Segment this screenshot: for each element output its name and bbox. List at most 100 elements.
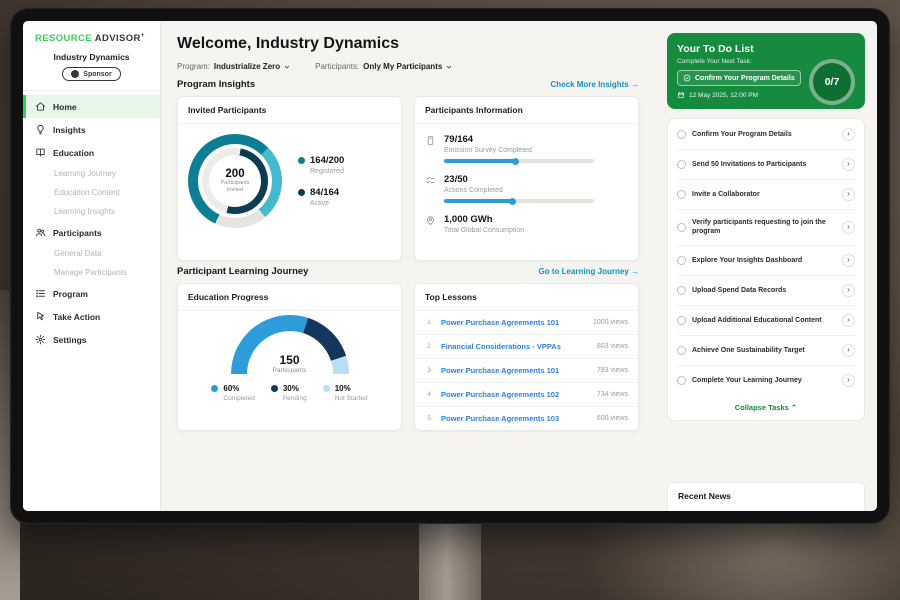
lesson-link[interactable]: Power Purchase Agreements 101 bbox=[441, 366, 589, 375]
task-row[interactable]: Upload Spend Data Records › bbox=[677, 276, 855, 306]
sidebar-item-education-content[interactable]: Education Content bbox=[23, 183, 160, 202]
task-checkbox[interactable] bbox=[677, 346, 686, 355]
learning-cards-row: Education Progress 150 Participants 60% bbox=[177, 283, 639, 431]
learning-journey-header: Participant Learning Journey Go to Learn… bbox=[177, 266, 639, 277]
sponsor-badge[interactable]: Sponsor bbox=[62, 67, 120, 81]
chevron-right-icon: › bbox=[847, 376, 850, 384]
task-checkbox[interactable] bbox=[677, 376, 686, 385]
next-task-chip[interactable]: Confirm Your Program Details bbox=[677, 70, 801, 86]
lesson-row: 3 Power Purchase Agreements 101 793 view… bbox=[415, 359, 638, 383]
sidebar-item-manage-participants[interactable]: Manage Participants bbox=[23, 263, 160, 282]
lesson-rank: 1 bbox=[425, 319, 433, 326]
lesson-link[interactable]: Power Purchase Agreements 102 bbox=[441, 390, 589, 399]
task-chevron-button[interactable]: › bbox=[842, 284, 855, 297]
participants-dropdown[interactable]: Participants: Only My Participants bbox=[315, 62, 453, 71]
task-chevron-button[interactable]: › bbox=[842, 158, 855, 171]
lesson-rank: 4 bbox=[425, 391, 433, 398]
completed-dot bbox=[211, 385, 218, 392]
task-row[interactable]: Explore Your Insights Dashboard › bbox=[677, 246, 855, 276]
sidebar: RESOURCE ADVISOR+ Industry Dynamics Spon… bbox=[23, 21, 161, 511]
task-checkbox[interactable] bbox=[677, 286, 686, 295]
card-title: Participants Information bbox=[415, 97, 638, 124]
sidebar-item-education[interactable]: Education bbox=[23, 141, 160, 164]
task-label[interactable]: Upload Spend Data Records bbox=[692, 286, 836, 295]
task-row[interactable]: Confirm Your Program Details › bbox=[677, 120, 855, 150]
sidebar-item-take-action[interactable]: Take Action bbox=[23, 305, 160, 328]
sidebar-item-home[interactable]: Home bbox=[23, 95, 160, 118]
task-row[interactable]: Complete Your Learning Journey › bbox=[677, 366, 855, 395]
chevron-down-icon bbox=[445, 63, 453, 71]
legend-label: Pending bbox=[283, 395, 307, 402]
legend-value: 30% bbox=[283, 384, 299, 393]
gear-icon bbox=[35, 334, 46, 345]
task-row[interactable]: Invite a Collaborator › bbox=[677, 180, 855, 210]
legend-pending: 30% Pending bbox=[271, 384, 307, 402]
sidebar-item-participants[interactable]: Participants bbox=[23, 221, 160, 244]
sidebar-item-label: Home bbox=[53, 102, 77, 112]
check-more-insights-link[interactable]: Check More Insights → bbox=[551, 80, 639, 89]
task-row[interactable]: Achieve One Sustainability Target › bbox=[677, 336, 855, 366]
sidebar-item-learning-insights[interactable]: Learning Insights bbox=[23, 202, 160, 221]
sidebar-item-learning-journey[interactable]: Learning Journey bbox=[23, 164, 160, 183]
task-row[interactable]: Verify participants requesting to join t… bbox=[677, 210, 855, 246]
task-label[interactable]: Complete Your Learning Journey bbox=[692, 376, 836, 385]
task-chevron-button[interactable]: › bbox=[842, 128, 855, 141]
task-row[interactable]: Upload Additional Educational Content › bbox=[677, 306, 855, 336]
lesson-link[interactable]: Power Purchase Agreements 101 bbox=[441, 318, 585, 327]
task-chevron-button[interactable]: › bbox=[842, 221, 855, 234]
legend-not-started: 10% Not Started bbox=[323, 384, 368, 402]
link-label: Check More Insights bbox=[551, 80, 629, 89]
legend-completed: 60% Completed bbox=[211, 384, 254, 402]
sidebar-item-label: Insights bbox=[53, 125, 86, 135]
task-label[interactable]: Verify participants requesting to join t… bbox=[692, 218, 836, 237]
chevron-down-icon bbox=[283, 63, 291, 71]
collapse-tasks-link[interactable]: Collapse Tasks ⌃ bbox=[677, 395, 855, 420]
task-label[interactable]: Send 50 Invitations to Participants bbox=[692, 160, 836, 169]
consumption-row: 1,000 GWh Total Global Consumption bbox=[425, 214, 628, 239]
task-chevron-button[interactable]: › bbox=[842, 374, 855, 387]
task-checkbox[interactable] bbox=[677, 190, 686, 199]
task-checkbox[interactable] bbox=[677, 316, 686, 325]
program-dropdown[interactable]: Program: Industrialize Zero bbox=[177, 62, 291, 71]
lightbulb-icon bbox=[35, 124, 46, 135]
task-label[interactable]: Upload Additional Educational Content bbox=[692, 316, 836, 325]
lesson-link[interactable]: Financial Considerations - VPPAs bbox=[441, 342, 589, 351]
next-task-label: Confirm Your Program Details bbox=[695, 75, 795, 82]
main-content: Welcome, Industry Dynamics Program: Indu… bbox=[161, 21, 655, 511]
legend-registered: 164/200 Registered bbox=[298, 155, 344, 175]
section-title: Participant Learning Journey bbox=[177, 266, 308, 277]
task-label[interactable]: Invite a Collaborator bbox=[692, 190, 836, 199]
sidebar-item-insights[interactable]: Insights bbox=[23, 118, 160, 141]
participants-information-card: Participants Information 79/164 Emission… bbox=[414, 96, 639, 261]
sidebar-item-label: Settings bbox=[53, 335, 87, 345]
location-pin-icon bbox=[425, 215, 436, 226]
section-title: Program Insights bbox=[177, 79, 255, 90]
lesson-link[interactable]: Power Purchase Agreements 103 bbox=[441, 414, 589, 423]
task-label[interactable]: Explore Your Insights Dashboard bbox=[692, 256, 836, 265]
legend-value: 60% bbox=[223, 384, 239, 393]
task-row[interactable]: Send 50 Invitations to Participants › bbox=[677, 150, 855, 180]
sidebar-item-label: Program bbox=[53, 289, 88, 299]
recent-news-header[interactable]: Recent News bbox=[667, 482, 865, 511]
task-chevron-button[interactable]: › bbox=[842, 254, 855, 267]
task-label[interactable]: Confirm Your Program Details bbox=[692, 130, 836, 139]
sidebar-item-program[interactable]: Program bbox=[23, 282, 160, 305]
task-list-card: Confirm Your Program Details › Send 50 I… bbox=[667, 118, 865, 421]
lesson-views: 793 views bbox=[597, 367, 628, 374]
sidebar-item-settings[interactable]: Settings bbox=[23, 328, 160, 351]
task-checkbox[interactable] bbox=[677, 256, 686, 265]
lesson-row: 1 Power Purchase Agreements 101 1000 vie… bbox=[415, 311, 638, 335]
actions-progress-bar bbox=[444, 199, 594, 203]
task-checkbox[interactable] bbox=[677, 160, 686, 169]
task-chevron-button[interactable]: › bbox=[842, 188, 855, 201]
sidebar-item-general-data[interactable]: General Data bbox=[23, 244, 160, 263]
task-label[interactable]: Achieve One Sustainability Target bbox=[692, 346, 836, 355]
go-to-learning-journey-link[interactable]: Go to Learning Journey → bbox=[539, 267, 639, 276]
task-chevron-button[interactable]: › bbox=[842, 344, 855, 357]
task-chevron-button[interactable]: › bbox=[842, 314, 855, 327]
todo-progress-value: 0/7 bbox=[825, 76, 840, 88]
gauge-center-label: Participants bbox=[231, 367, 349, 374]
task-checkbox[interactable] bbox=[677, 130, 686, 139]
task-checkbox[interactable] bbox=[677, 223, 686, 232]
donut-center-value: 200 bbox=[225, 168, 244, 180]
